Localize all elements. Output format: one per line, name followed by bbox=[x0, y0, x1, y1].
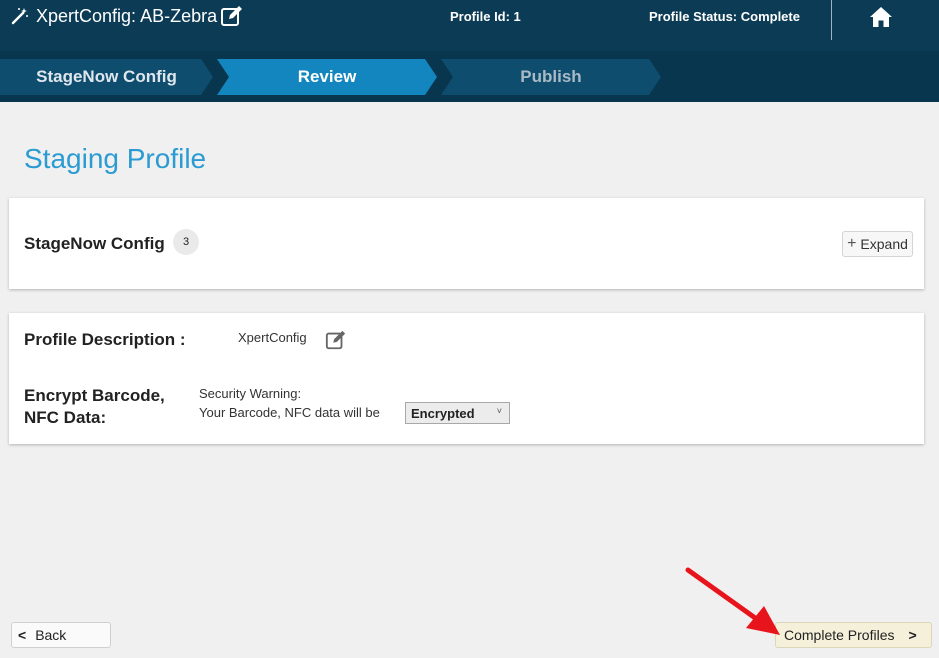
profile-id: Profile Id: 1 bbox=[450, 9, 521, 24]
chevron-right-icon: > bbox=[908, 627, 917, 643]
encrypt-select[interactable]: Encrypted ˅ bbox=[405, 402, 510, 424]
step-review[interactable]: Review bbox=[217, 59, 437, 95]
step-publish[interactable]: Publish bbox=[441, 59, 661, 95]
app-title: XpertConfig: AB-Zebra bbox=[36, 6, 218, 26]
encrypt-select-value: Encrypted bbox=[411, 405, 475, 421]
wizard-steps: StageNow Config Review Publish bbox=[0, 51, 939, 102]
chevron-left-icon: < bbox=[18, 627, 27, 643]
section-title: StageNow Config bbox=[24, 234, 165, 253]
security-warning-title: Security Warning: bbox=[199, 386, 302, 401]
profile-description-value: XpertConfig bbox=[238, 330, 307, 345]
complete-profiles-button[interactable]: Complete Profiles > bbox=[775, 622, 932, 648]
edit-icon[interactable] bbox=[325, 329, 347, 351]
profile-settings-section: Profile Description : XpertConfig Encryp… bbox=[9, 313, 924, 444]
expand-button[interactable]: + Expand bbox=[842, 231, 913, 257]
home-icon[interactable] bbox=[868, 5, 894, 29]
step-stagenow-config[interactable]: StageNow Config bbox=[0, 59, 213, 95]
security-warning-text: Your Barcode, NFC data will be bbox=[199, 405, 380, 420]
encrypt-label: Encrypt Barcode, NFC Data: bbox=[24, 386, 165, 427]
expand-label: Expand bbox=[860, 236, 908, 252]
chevron-down-icon: ˅ bbox=[496, 406, 502, 416]
top-header-bar: XpertConfig: AB-Zebra Profile Id: 1 Prof… bbox=[0, 0, 939, 51]
complete-label: Complete Profiles bbox=[784, 627, 895, 643]
step-label: StageNow Config bbox=[36, 67, 177, 86]
plus-icon: + bbox=[847, 235, 857, 252]
step-label: Publish bbox=[520, 67, 582, 86]
count-badge: 3 bbox=[173, 229, 199, 255]
back-button[interactable]: < Back bbox=[11, 622, 111, 648]
step-label: Review bbox=[297, 67, 357, 86]
magic-wand-icon bbox=[11, 8, 28, 25]
edit-icon[interactable] bbox=[220, 4, 244, 28]
back-label: Back bbox=[35, 627, 67, 643]
page-title: Staging Profile bbox=[24, 143, 207, 174]
profile-description-label: Profile Description : bbox=[24, 330, 186, 349]
stagenow-config-section: StageNow Config 3 + Expand bbox=[9, 198, 924, 289]
header-divider bbox=[831, 0, 832, 40]
red-arrow-annotation-icon bbox=[685, 567, 780, 635]
profile-status: Profile Status: Complete bbox=[649, 9, 800, 24]
